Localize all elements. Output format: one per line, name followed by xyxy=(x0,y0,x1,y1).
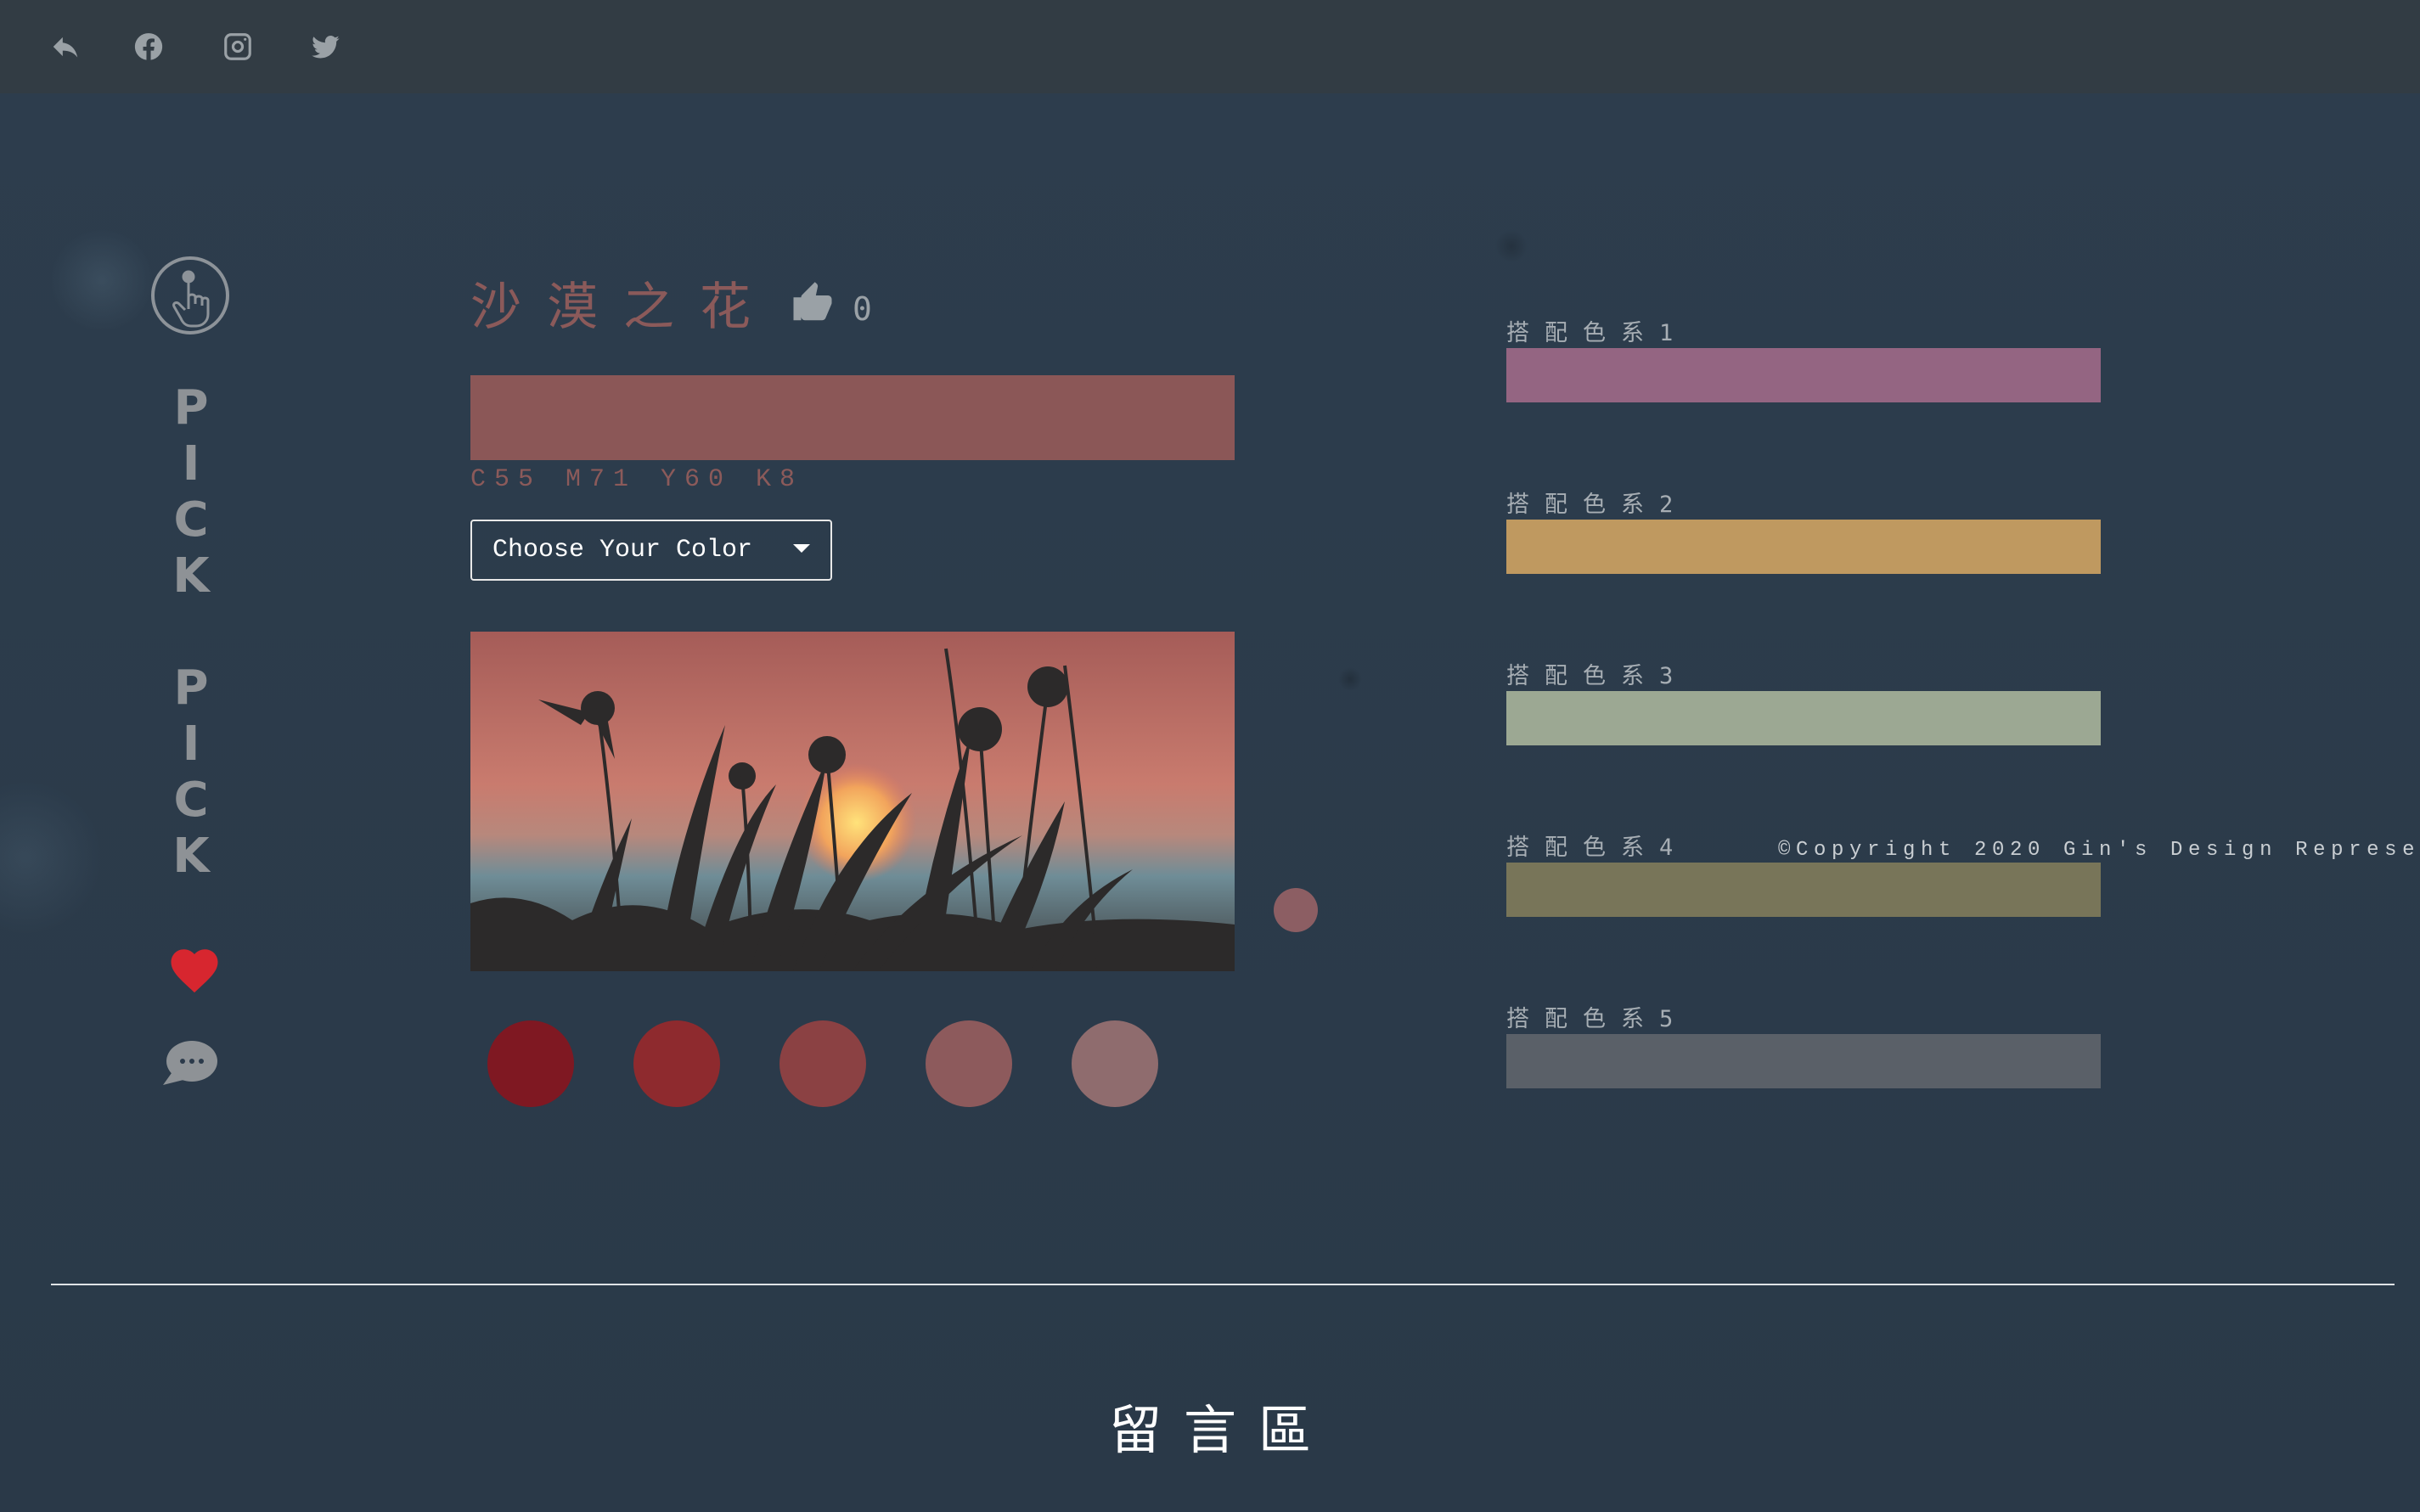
facebook-icon[interactable] xyxy=(127,25,170,68)
shade-swatch[interactable] xyxy=(633,1020,720,1107)
brand-wordmark-bottom: P I C K xyxy=(166,660,217,885)
like-count: 0 xyxy=(853,290,872,328)
palette-label: 搭配色系3 xyxy=(1506,663,1689,689)
shade-swatch[interactable] xyxy=(1072,1020,1158,1107)
color-name-title: 沙漠之花 xyxy=(470,278,776,337)
brand-letter: K xyxy=(172,548,210,604)
palette-bar[interactable] xyxy=(1506,1034,2101,1088)
palette-bar[interactable] xyxy=(1506,520,2101,574)
chat-bubble-icon[interactable] xyxy=(160,1037,219,1088)
main-color-swatch xyxy=(470,375,1235,460)
palette-label: 搭配色系4 xyxy=(1506,835,1689,861)
logo-hand-icon[interactable] xyxy=(151,256,229,334)
brand-letter: C xyxy=(173,773,209,828)
palette-bar[interactable] xyxy=(1506,691,2101,745)
back-icon[interactable] xyxy=(44,25,87,68)
instagram-icon[interactable] xyxy=(217,25,259,68)
brand-wordmark-top: P I C K xyxy=(166,380,217,604)
twitter-icon[interactable] xyxy=(304,25,346,68)
brand-letter: I xyxy=(182,436,200,492)
brand-letter: K xyxy=(172,829,210,884)
accent-dot xyxy=(1274,888,1318,932)
brand-letter: P xyxy=(173,660,209,716)
palette-bar[interactable] xyxy=(1506,863,2101,917)
palette-bar[interactable] xyxy=(1506,348,2101,402)
shade-swatch[interactable] xyxy=(926,1020,1012,1107)
caret-down-icon xyxy=(793,544,810,553)
choose-color-dropdown[interactable]: Choose Your Color xyxy=(470,520,832,581)
comments-section-title: 留言區 xyxy=(1108,1399,1333,1461)
section-divider xyxy=(51,1284,2395,1285)
palette-label: 搭配色系5 xyxy=(1506,1006,1689,1032)
thumbs-up-icon[interactable] xyxy=(790,280,836,326)
shade-swatch[interactable] xyxy=(487,1020,574,1107)
shade-swatch[interactable] xyxy=(779,1020,866,1107)
brand-letter: C xyxy=(173,492,209,548)
cmyk-value: C55 M71 Y60 K8 xyxy=(470,465,804,494)
palette-label: 搭配色系1 xyxy=(1506,320,1689,346)
brand-letter: P xyxy=(173,380,209,436)
palette-label: 搭配色系2 xyxy=(1506,492,1689,518)
dropdown-label: Choose Your Color xyxy=(492,536,753,565)
brand-letter: I xyxy=(182,717,200,772)
top-navigation-bar xyxy=(0,0,2420,93)
heart-icon[interactable] xyxy=(166,942,222,998)
sunset-flower-photo xyxy=(470,632,1235,971)
copyright-text: ©Copyright 2020 Gin's Design Represen xyxy=(1778,839,2420,862)
